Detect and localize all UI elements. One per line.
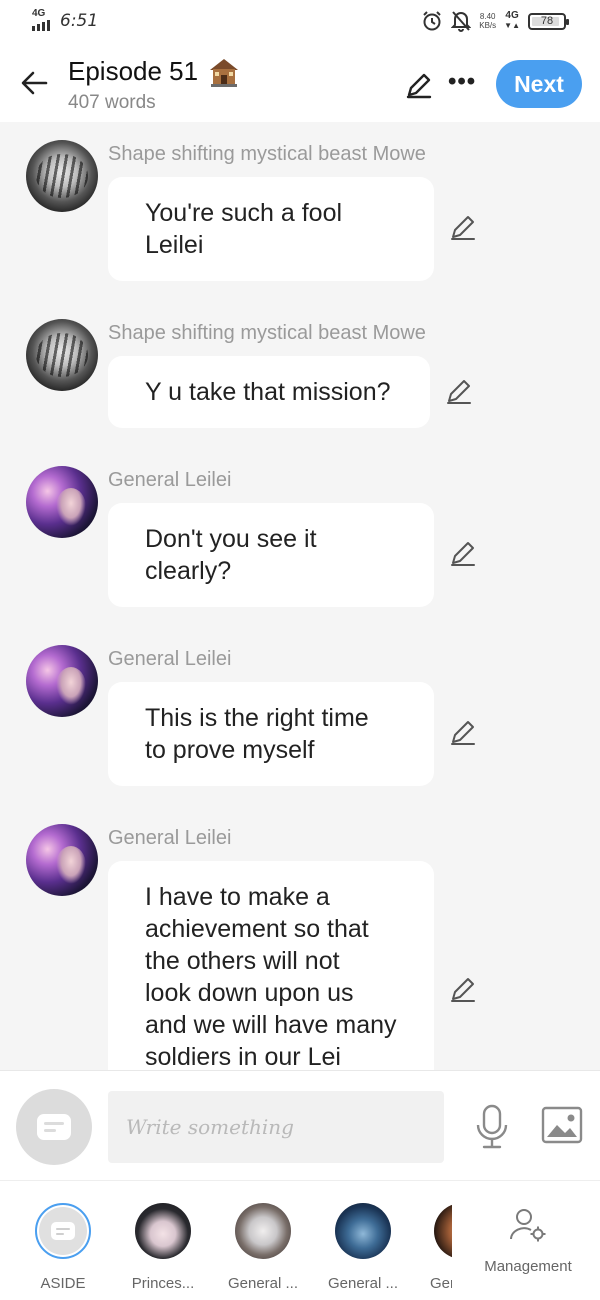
- message-bubble[interactable]: Don't you see it clearly?: [108, 503, 434, 607]
- edit-message-pencil-icon[interactable]: [448, 717, 478, 747]
- speed-unit: KB/s: [479, 21, 497, 30]
- battery-percent: 78: [540, 15, 554, 27]
- leilei-avatar[interactable]: [26, 645, 98, 717]
- episode-title: Episode 51: [68, 56, 199, 86]
- microphone-icon[interactable]: [472, 1103, 512, 1151]
- battery-icon: 78: [528, 12, 569, 30]
- aside-tab-icon: [35, 1203, 91, 1259]
- image-icon[interactable]: [540, 1105, 584, 1145]
- character-label: Ger: [430, 1275, 452, 1292]
- mute-bell-icon: [451, 11, 472, 32]
- character-label: ASIDE: [40, 1275, 86, 1292]
- message-bubble[interactable]: This is the right time to prove myself: [108, 682, 434, 786]
- message-line: and we will have many: [145, 1011, 397, 1039]
- network-type: 4G: [32, 8, 46, 19]
- message-line: Don't you see it: [145, 525, 317, 553]
- character-label: General ...: [227, 1275, 299, 1292]
- message-bubble[interactable]: I have to make a achievement so that the…: [108, 861, 434, 1070]
- aside-toggle-button[interactable]: [16, 1089, 92, 1165]
- message-line: You're such a fool: [145, 199, 343, 227]
- status-bar: 4G 6:51 8.40 KB/s 4G ▼▲ 78: [0, 0, 600, 46]
- message-line: This is the right time: [145, 704, 369, 732]
- character-general-1[interactable]: General ...: [218, 1203, 308, 1292]
- character-bar: ASIDE Princes... General ... General ...…: [0, 1180, 600, 1300]
- network-speed: 8.40 KB/s: [479, 12, 496, 30]
- house-icon: [210, 58, 239, 87]
- page-title: Episode 51: [68, 56, 240, 87]
- data-label: 4G: [505, 10, 519, 21]
- alarm-icon: [423, 11, 441, 31]
- data-arrows-icon: ▼▲: [504, 21, 520, 30]
- character-princess[interactable]: Princes...: [118, 1203, 208, 1292]
- speed-value: 8.40: [479, 12, 496, 21]
- status-left: 4G 6:51: [32, 8, 99, 31]
- composer-bar: [0, 1070, 600, 1180]
- status-time: 6:51: [60, 11, 99, 31]
- edit-message-pencil-icon[interactable]: [444, 376, 474, 406]
- sender-name: Shape shifting mystical beast Mowe: [108, 143, 426, 165]
- message-line: Y u take that mission?: [145, 378, 391, 406]
- aside-bubble-icon: [37, 1114, 71, 1140]
- sender-name: General Leilei: [108, 469, 232, 491]
- general-avatar: [335, 1203, 391, 1259]
- chat-list[interactable]: Shape shifting mystical beast Mowe You'r…: [0, 122, 600, 1070]
- edit-title-pencil-icon[interactable]: [404, 70, 434, 100]
- signal-icon: [32, 20, 50, 31]
- more-options-icon[interactable]: •••: [448, 70, 476, 94]
- user-gear-icon: [510, 1209, 546, 1242]
- word-count: 407 words: [68, 92, 156, 113]
- message-line: clearly?: [145, 557, 232, 585]
- sender-name: General Leilei: [108, 827, 232, 849]
- character-general-2[interactable]: General ...: [318, 1203, 408, 1292]
- leilei-avatar[interactable]: [26, 466, 98, 538]
- general-avatar: [434, 1203, 452, 1259]
- princess-avatar: [135, 1203, 191, 1259]
- tiger-avatar[interactable]: [26, 319, 98, 391]
- message-bubble[interactable]: Y u take that mission?: [108, 356, 430, 428]
- message-line: soldiers in our Lei: [145, 1043, 341, 1070]
- message-line: look down upon us: [145, 979, 354, 1007]
- message-input[interactable]: [108, 1091, 444, 1163]
- sender-name: General Leilei: [108, 648, 232, 670]
- edit-message-pencil-icon[interactable]: [448, 974, 478, 1004]
- message-line: the others will not: [145, 947, 340, 975]
- next-button[interactable]: Next: [496, 60, 582, 108]
- character-label: Princes...: [131, 1275, 195, 1292]
- leilei-avatar[interactable]: [26, 824, 98, 896]
- edit-message-pencil-icon[interactable]: [448, 212, 478, 242]
- app-header: Episode 51 407 words ••• Next: [0, 46, 600, 122]
- data-indicator: 4G ▼▲: [504, 11, 520, 31]
- message-line: to prove myself: [145, 736, 315, 764]
- general-avatar: [235, 1203, 291, 1259]
- status-right: 8.40 KB/s 4G ▼▲ 78: [421, 10, 569, 32]
- message-line: achievement so that: [145, 915, 369, 943]
- sender-name: Shape shifting mystical beast Mowe: [108, 322, 426, 344]
- message-bubble[interactable]: You're such a fool Leilei: [108, 177, 434, 281]
- character-aside[interactable]: ASIDE: [18, 1203, 108, 1292]
- character-general-3[interactable]: Ger: [414, 1203, 452, 1292]
- message-line: I have to make a: [145, 883, 330, 911]
- character-label: General ...: [327, 1275, 399, 1292]
- edit-message-pencil-icon[interactable]: [448, 538, 478, 568]
- tiger-avatar[interactable]: [26, 140, 98, 212]
- back-arrow-icon[interactable]: [18, 66, 52, 100]
- management-button[interactable]: Management: [478, 1207, 578, 1275]
- message-line: Leilei: [145, 231, 204, 259]
- management-label: Management: [484, 1258, 572, 1275]
